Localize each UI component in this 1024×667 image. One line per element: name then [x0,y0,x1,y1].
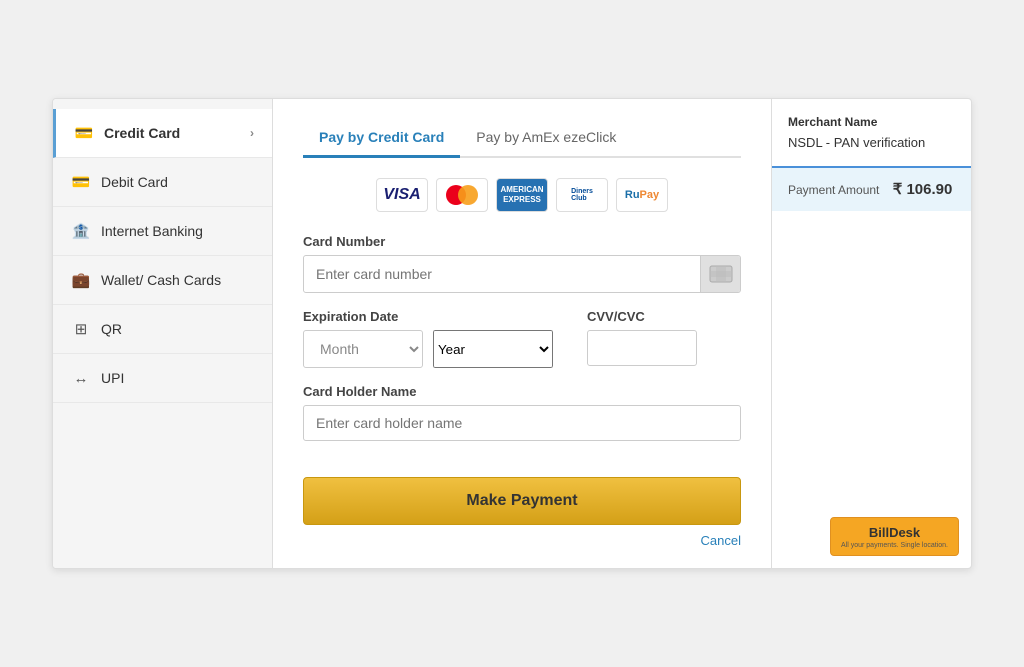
billdesk-text: BillDesk [869,525,920,540]
right-panel: Merchant Name NSDL - PAN verification Pa… [771,99,971,568]
sidebar-item-wallet-cash-cards[interactable]: 💼 Wallet/ Cash Cards [53,256,272,305]
expiry-group: Expiration Date Month 01020304 05060708 … [303,309,553,368]
main-content: Pay by Credit Card Pay by AmEx ezeClick … [273,99,771,568]
cardholder-label: Card Holder Name [303,384,741,399]
month-select[interactable]: Month 01020304 05060708 09101112 [303,330,423,368]
sidebar-label-debit-card: Debit Card [101,174,168,190]
tab-credit-card[interactable]: Pay by Credit Card [303,119,460,158]
visa-logo: VISA [376,178,428,212]
tab-amex[interactable]: Pay by AmEx ezeClick [460,119,632,158]
cvv-label: CVV/CVC [587,309,697,324]
card-number-input[interactable] [304,257,700,291]
card-number-label: Card Number [303,234,741,249]
cardholder-input[interactable] [303,405,741,441]
sidebar-item-internet-banking[interactable]: 🏦 Internet Banking [53,207,272,256]
merchant-name-value: NSDL - PAN verification [788,135,955,150]
sidebar-label-credit-card: Credit Card [104,125,180,141]
billdesk-logo: BillDesk All your payments. Single locat… [830,517,959,556]
right-panel-bottom: BillDesk All your payments. Single locat… [772,211,971,568]
payment-container: 💳 Credit Card › 💳 Debit Card 🏦 Internet … [52,98,972,569]
sidebar-item-credit-card[interactable]: 💳 Credit Card › [53,109,272,158]
rupay-logo: RuPay [616,178,668,212]
chevron-right-icon: › [250,126,254,140]
sidebar-item-upi[interactable]: ↔ UPI [53,354,272,403]
amex-logo: AMERICANEXPRESS [496,178,548,212]
sidebar: 💳 Credit Card › 💳 Debit Card 🏦 Internet … [53,99,273,568]
qr-icon: ⊞ [71,319,91,339]
expiry-label: Expiration Date [303,309,553,324]
make-payment-button[interactable]: Make Payment [303,477,741,525]
cancel-link[interactable]: Cancel [303,533,741,548]
diners-logo: DinersClub [556,178,608,212]
upi-icon: ↔ [71,368,91,388]
cardholder-group: Card Holder Name [303,384,741,441]
merchant-name-label: Merchant Name [788,115,955,129]
card-number-group: Card Number [303,234,741,293]
card-number-wrapper [303,255,741,293]
debit-card-icon: 💳 [71,172,91,192]
sidebar-item-qr[interactable]: ⊞ QR [53,305,272,354]
year-select[interactable]: Year 2024202520262027 202820292030 [433,330,553,368]
expiry-cvv-row: Expiration Date Month 01020304 05060708 … [303,309,741,368]
sidebar-label-upi: UPI [101,370,124,386]
cvv-group: CVV/CVC [587,309,697,368]
sidebar-item-debit-card[interactable]: 💳 Debit Card [53,158,272,207]
tab-bar: Pay by Credit Card Pay by AmEx ezeClick [303,119,741,158]
sidebar-label-qr: QR [101,321,122,337]
wallet-icon: 💼 [71,270,91,290]
billdesk-subtext: All your payments. Single location. [841,542,948,549]
card-logos: VISA AMERICANEXPRESS DinersClub RuPay [303,178,741,212]
card-chip-icon [700,256,740,292]
sidebar-label-wallet: Wallet/ Cash Cards [101,272,221,288]
merchant-info: Merchant Name NSDL - PAN verification [772,99,971,168]
payment-amount-box: Payment Amount ₹ 106.90 [772,168,971,211]
internet-banking-icon: 🏦 [71,221,91,241]
credit-card-icon: 💳 [74,123,94,143]
mastercard-logo [436,178,488,212]
cvv-input[interactable] [587,330,697,366]
sidebar-label-internet-banking: Internet Banking [101,223,203,239]
payment-amount-label: Payment Amount [788,183,879,197]
payment-amount-value: ₹ 106.90 [893,181,953,198]
expiry-fields: Month 01020304 05060708 09101112 Year 20… [303,330,553,368]
